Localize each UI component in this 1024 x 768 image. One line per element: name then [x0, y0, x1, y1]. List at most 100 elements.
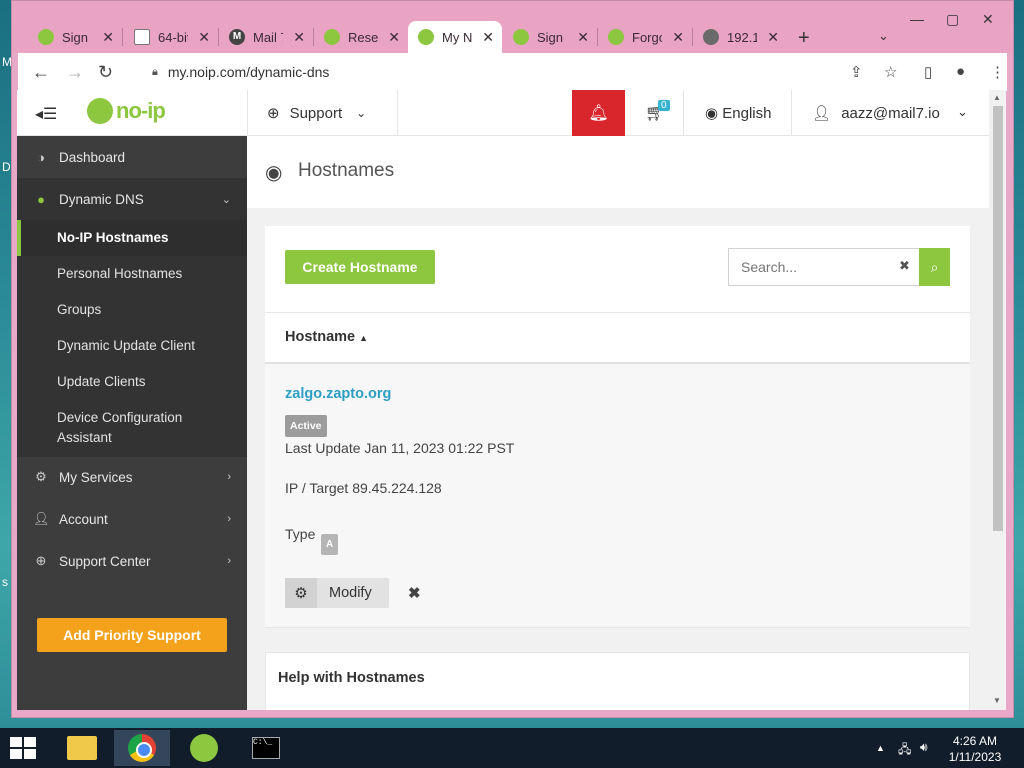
lifebuoy-icon: ⊕ — [35, 553, 47, 568]
sidebar-item-groups[interactable]: Groups — [17, 300, 247, 320]
gear-icon: ⚙ — [285, 578, 317, 608]
folder-icon — [67, 736, 97, 760]
sidebar-item-dynamic-update-client[interactable]: Dynamic Update Client — [17, 336, 247, 356]
dynamic-dns-submenu: No-IP Hostnames Personal Hostnames Group… — [17, 220, 247, 457]
add-priority-support-button[interactable]: Add Priority Support — [37, 618, 227, 652]
maximize-icon[interactable]: ▢ — [946, 11, 959, 28]
close-icon[interactable]: ✕ — [388, 29, 400, 46]
sidebar-item-noip-hostnames[interactable]: No-IP Hostnames — [17, 220, 247, 256]
minimize-icon[interactable]: ― — [910, 11, 924, 27]
hostname-column-header[interactable]: Hostname ▲ — [285, 329, 368, 345]
sidebar-item-label: Dashboard — [59, 149, 126, 165]
tab-router[interactable]: 192.1 ✕ — [693, 21, 787, 53]
close-icon[interactable]: ✕ — [577, 29, 589, 46]
scroll-down-arrow-icon[interactable]: ▼ — [993, 696, 1001, 705]
scroll-thumb[interactable] — [993, 106, 1003, 531]
language-selector[interactable]: ◉ English — [705, 104, 771, 122]
address-bar[interactable]: 🔒︎ my.noip.com/dynamic-dns — [140, 57, 900, 87]
tab-sign-in[interactable]: Sign In ✕ — [28, 21, 122, 53]
scroll-up-arrow-icon[interactable]: ▲ — [993, 93, 1001, 102]
search-button[interactable]: ⌕ — [919, 248, 950, 286]
sidebar-item-label: Dynamic DNS — [59, 191, 144, 207]
taskbar-noip-duc[interactable] — [176, 730, 232, 766]
chevron-right-icon: › — [227, 471, 231, 483]
new-tab-button[interactable]: + — [798, 27, 810, 50]
noip-icon — [608, 29, 624, 45]
mail-icon: M — [229, 29, 245, 45]
sidebar-item-account[interactable]: 👤︎ Account › — [17, 498, 247, 540]
taskbar-command-prompt[interactable]: C:\_ — [238, 730, 294, 766]
close-icon[interactable]: ✕ — [198, 29, 210, 46]
clear-search-icon[interactable]: ✖ — [899, 258, 910, 274]
tab-my-noip[interactable]: My No-IP ✕ — [408, 21, 502, 53]
taskbar-file-explorer[interactable] — [54, 730, 110, 766]
page-title: Hostnames — [298, 160, 395, 181]
sidebar-item-update-clients[interactable]: Update Clients — [17, 372, 247, 392]
windows-start-icon[interactable] — [10, 737, 38, 759]
tab-search-icon[interactable]: ⌄ — [878, 28, 889, 44]
side-panel-icon[interactable]: ▯ — [924, 63, 932, 81]
hostname-link[interactable]: zalgo.zapto.org — [285, 386, 391, 402]
chevron-down-icon: ⌄ — [356, 106, 367, 120]
close-icon[interactable]: ✕ — [482, 29, 494, 46]
tab-label: Sign In — [62, 29, 92, 45]
taskbar-chrome[interactable] — [114, 730, 170, 766]
chevron-down-icon[interactable]: ⌄ — [957, 104, 968, 120]
table-header: Hostname ▲ — [265, 312, 970, 364]
table-row: zalgo.zapto.org Active Last Update Jan 1… — [265, 364, 970, 628]
address-url: my.noip.com/dynamic-dns — [167, 64, 330, 80]
forward-arrow-icon[interactable]: → — [66, 62, 84, 83]
close-icon[interactable]: ✕ — [102, 29, 114, 46]
tab-sign-in-2[interactable]: Sign In ✕ — [503, 21, 597, 53]
share-icon[interactable]: ⇪ — [850, 63, 863, 81]
sidebar-item-dynamic-dns[interactable]: ● Dynamic DNS ⌄ — [17, 178, 247, 220]
tab-label: 64-bit — [158, 29, 188, 45]
bookmark-star-icon[interactable]: ☆ — [884, 63, 897, 81]
modify-button[interactable]: ⚙ Modify — [285, 578, 389, 608]
notifications-button[interactable]: 🔔︎ — [572, 90, 625, 136]
delete-hostname-icon[interactable]: ✖ — [408, 584, 421, 602]
chevron-down-icon: ⌄ — [221, 193, 231, 206]
noip-icon — [324, 29, 340, 45]
speaker-icon[interactable]: 🔊︎ — [920, 740, 928, 755]
chevron-up-icon[interactable]: ▲ — [876, 743, 885, 753]
noip-logo[interactable]: no-ip — [87, 98, 166, 124]
menu-toggle-icon[interactable]: ◂☰ — [35, 104, 57, 124]
profile-avatar-icon[interactable]: ● — [956, 63, 965, 80]
tab-divider — [122, 28, 123, 46]
reload-icon[interactable]: ↻ — [98, 62, 113, 83]
sidebar-item-device-configuration-assistant[interactable]: Device Configuration Assistant — [17, 408, 207, 448]
type-label: Type — [285, 526, 316, 542]
sidebar-item-support-center[interactable]: ⊕ Support Center › — [17, 540, 247, 582]
page-scrollbar[interactable]: ▲ ▼ — [989, 90, 1006, 710]
tab-strip: Sign In ✕ 64-bit ✕ M Mail 7 ✕ Reset ✕ My… — [12, 1, 1013, 53]
sidebar-item-dashboard[interactable]: ◑ Dashboard — [17, 136, 247, 178]
tab-label: Mail 7 — [253, 29, 283, 45]
close-icon[interactable]: ✕ — [293, 29, 305, 46]
user-menu[interactable]: 👤︎ aazz@mail7.io — [812, 104, 940, 122]
search-input[interactable] — [728, 248, 921, 286]
hostnames-toolbar: Create Hostname ✖ ⌕ — [265, 226, 970, 312]
sidebar-item-my-services[interactable]: ⚙ My Services › — [17, 456, 247, 498]
sidebar-item-personal-hostnames[interactable]: Personal Hostnames — [17, 264, 247, 284]
clock-date: 1/11/2023 — [948, 750, 1002, 764]
close-icon[interactable]: ✕ — [767, 29, 779, 46]
modify-label: Modify — [329, 585, 372, 601]
system-clock[interactable]: 4:26 AM 1/11/2023 — [940, 733, 1010, 765]
tab-64-bit[interactable]: 64-bit ✕ — [124, 21, 218, 53]
dashboard-icon: ◑ — [37, 149, 45, 165]
globe-icon: ◉ — [705, 105, 719, 122]
tab-forgot[interactable]: Forgot ✕ — [598, 21, 692, 53]
support-menu[interactable]: ⊕ Support ⌄ — [267, 104, 367, 123]
close-icon[interactable]: ✕ — [672, 29, 684, 46]
chevron-right-icon: › — [227, 555, 231, 567]
tab-reset[interactable]: Reset ✕ — [314, 21, 408, 53]
tab-mail[interactable]: M Mail 7 ✕ — [219, 21, 313, 53]
browser-menu-icon[interactable]: ⋮ — [990, 63, 1005, 81]
create-hostname-button[interactable]: Create Hostname — [285, 250, 435, 284]
noip-icon — [190, 734, 218, 762]
close-window-icon[interactable]: ✕ — [982, 11, 994, 28]
back-arrow-icon[interactable]: ← — [32, 62, 50, 83]
network-icon[interactable]: 🖧︎ — [898, 740, 911, 761]
header-divider — [397, 90, 398, 136]
